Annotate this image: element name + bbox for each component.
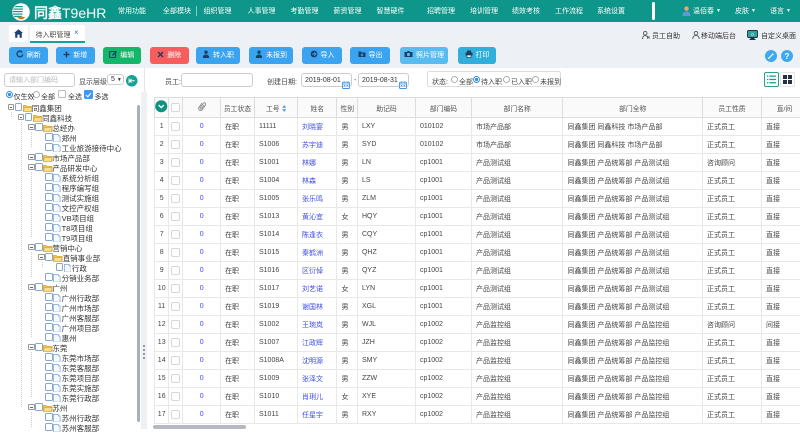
svg-text:?: ? [784, 52, 789, 61]
